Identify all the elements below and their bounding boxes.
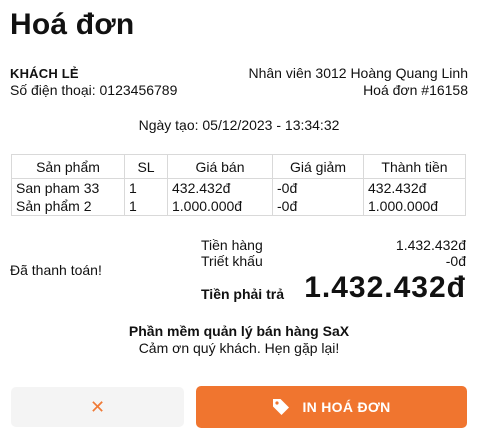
page-title: Hoá đơn — [10, 8, 135, 41]
table-row: San pham 33 1 432.432đ -0đ 432.432đ — [11, 178, 466, 197]
cell-discount: -0đ — [272, 178, 364, 197]
print-button-label: IN HOÁ ĐƠN — [302, 399, 391, 415]
subtotal-value: 1.432.432đ — [395, 237, 466, 253]
created-date: Ngày tạo: 05/12/2023 - 13:34:32 — [138, 117, 340, 133]
totals-section: Tiền hàng 1.432.432đ Triết khấu -0đ Tiền… — [201, 237, 466, 305]
subtotal-label: Tiền hàng — [201, 237, 263, 253]
items-table: Sản phẩm SL Giá bán Giá giảm Thành tiền … — [11, 154, 466, 216]
customer-name: KHÁCH LẺ — [10, 66, 79, 81]
staff-name: Nhân viên 3012 Hoàng Quang Linh — [248, 65, 468, 81]
invoice-number: Hoá đơn #16158 — [363, 82, 468, 98]
brand-line: Phần mềm quản lý bán hàng SaX — [128, 323, 350, 339]
grand-total-label: Tiền phải trả — [201, 286, 284, 302]
cell-product: Sản phẩm 2 — [11, 197, 125, 216]
cell-total: 1.000.000đ — [363, 197, 466, 216]
cell-discount: -0đ — [272, 197, 364, 216]
discount-value: -0đ — [445, 253, 466, 269]
cell-product: San pham 33 — [11, 178, 125, 197]
grand-total-row: Tiền phải trả 1.432.432đ — [201, 271, 466, 305]
cell-qty: 1 — [124, 197, 168, 216]
close-icon: ✕ — [89, 397, 106, 417]
invoice-info: KHÁCH LẺ Số điện thoại: 0123456789 Nhân … — [10, 65, 468, 99]
staff-info: Nhân viên 3012 Hoàng Quang Linh Hoá đơn … — [248, 65, 468, 99]
cell-price: 1.000.000đ — [167, 197, 273, 216]
customer-phone: Số điện thoại: 0123456789 — [10, 82, 178, 98]
grand-total-value: 1.432.432đ — [304, 271, 466, 304]
column-header-price: Giá bán — [167, 154, 273, 179]
discount-label: Triết khấu — [201, 253, 263, 269]
cell-qty: 1 — [124, 178, 168, 197]
table-header-row: Sản phẩm SL Giá bán Giá giảm Thành tiền — [11, 154, 466, 179]
payment-status: Đã thanh toán! — [10, 262, 102, 278]
table-row: Sản phẩm 2 1 1.000.000đ -0đ 1.000.000đ — [11, 197, 466, 216]
column-header-discount: Giá giảm — [272, 154, 364, 179]
cancel-button[interactable]: ✕ — [11, 387, 184, 427]
tag-icon — [273, 399, 290, 415]
cell-price: 432.432đ — [167, 178, 273, 197]
print-invoice-button[interactable]: IN HOÁ ĐƠN — [196, 386, 467, 428]
column-header-total: Thành tiền — [363, 154, 466, 179]
customer-info: KHÁCH LẺ Số điện thoại: 0123456789 — [10, 65, 177, 99]
thanks-line: Cảm ơn quý khách. Hẹn gặp lại! — [138, 340, 340, 356]
cell-total: 432.432đ — [363, 178, 466, 197]
subtotal-row: Tiền hàng 1.432.432đ — [201, 237, 466, 253]
invoice-dialog: Hoá đơn KHÁCH LẺ Số điện thoại: 01234567… — [0, 0, 478, 439]
discount-row: Triết khấu -0đ — [201, 253, 466, 269]
column-header-qty: SL — [124, 154, 168, 179]
invoice-footer: Phần mềm quản lý bán hàng SaX Cảm ơn quý… — [0, 323, 478, 357]
column-header-product: Sản phẩm — [11, 154, 125, 179]
